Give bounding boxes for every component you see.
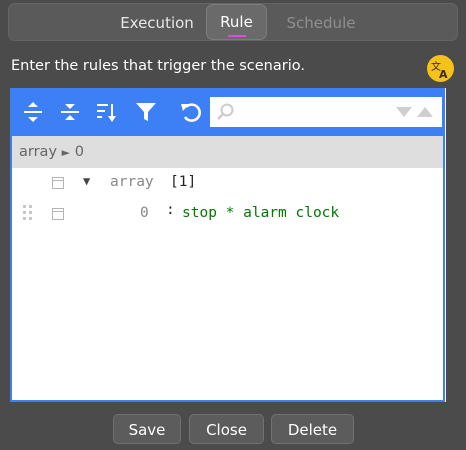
tree-item-value[interactable]: stop * alarm clock — [182, 205, 339, 221]
tab-rule[interactable]: Rule — [206, 4, 267, 40]
breadcrumb: array ► 0 — [12, 136, 443, 168]
collapse-all-icon[interactable] — [59, 101, 81, 123]
filter-icon[interactable] — [135, 101, 157, 123]
context-menu-button[interactable] — [52, 177, 64, 189]
close-button[interactable]: Close — [189, 414, 264, 444]
svg-text:A: A — [439, 68, 448, 80]
breadcrumb-root[interactable]: array — [19, 144, 57, 160]
expand-all-icon[interactable] — [22, 101, 44, 123]
editor-scrollbar[interactable] — [445, 88, 454, 402]
undo-icon[interactable] — [180, 101, 202, 123]
save-button[interactable]: Save — [113, 414, 181, 444]
search-input[interactable] — [236, 101, 390, 125]
delete-button[interactable]: Delete — [271, 414, 354, 444]
search-icon — [217, 103, 234, 120]
rule-prompt: Enter the rules that trigger the scenari… — [11, 58, 305, 74]
breadcrumb-node[interactable]: 0 — [75, 144, 84, 160]
translate-icon: 文 A — [431, 60, 448, 80]
json-editor: array ► 0 ▼ array [1] 0 : stop * alarm c… — [10, 88, 445, 402]
search-next-icon[interactable] — [396, 106, 412, 118]
drag-handle-icon[interactable] — [22, 204, 34, 222]
breadcrumb-separator: ► — [61, 146, 71, 159]
tree-root-count: [1] — [170, 174, 197, 190]
tree-root-label: array — [110, 174, 154, 190]
sort-icon[interactable] — [96, 101, 118, 123]
collapse-toggle-icon[interactable]: ▼ — [83, 174, 90, 188]
tab-bar: Execution Rule Schedule — [8, 3, 458, 41]
editor-toolbar — [12, 90, 443, 136]
search-previous-icon[interactable] — [417, 106, 433, 118]
tab-schedule[interactable]: Schedule — [281, 8, 361, 38]
search-box — [210, 97, 442, 127]
context-menu-button[interactable] — [52, 208, 64, 220]
tab-rule-label: Rule — [220, 13, 253, 31]
tree-item-index: 0 — [140, 205, 149, 221]
active-tab-indicator — [228, 35, 246, 37]
tab-execution[interactable]: Execution — [112, 8, 202, 38]
translate-button[interactable]: 文 A — [427, 55, 454, 82]
tree-item-separator: : — [166, 202, 175, 218]
